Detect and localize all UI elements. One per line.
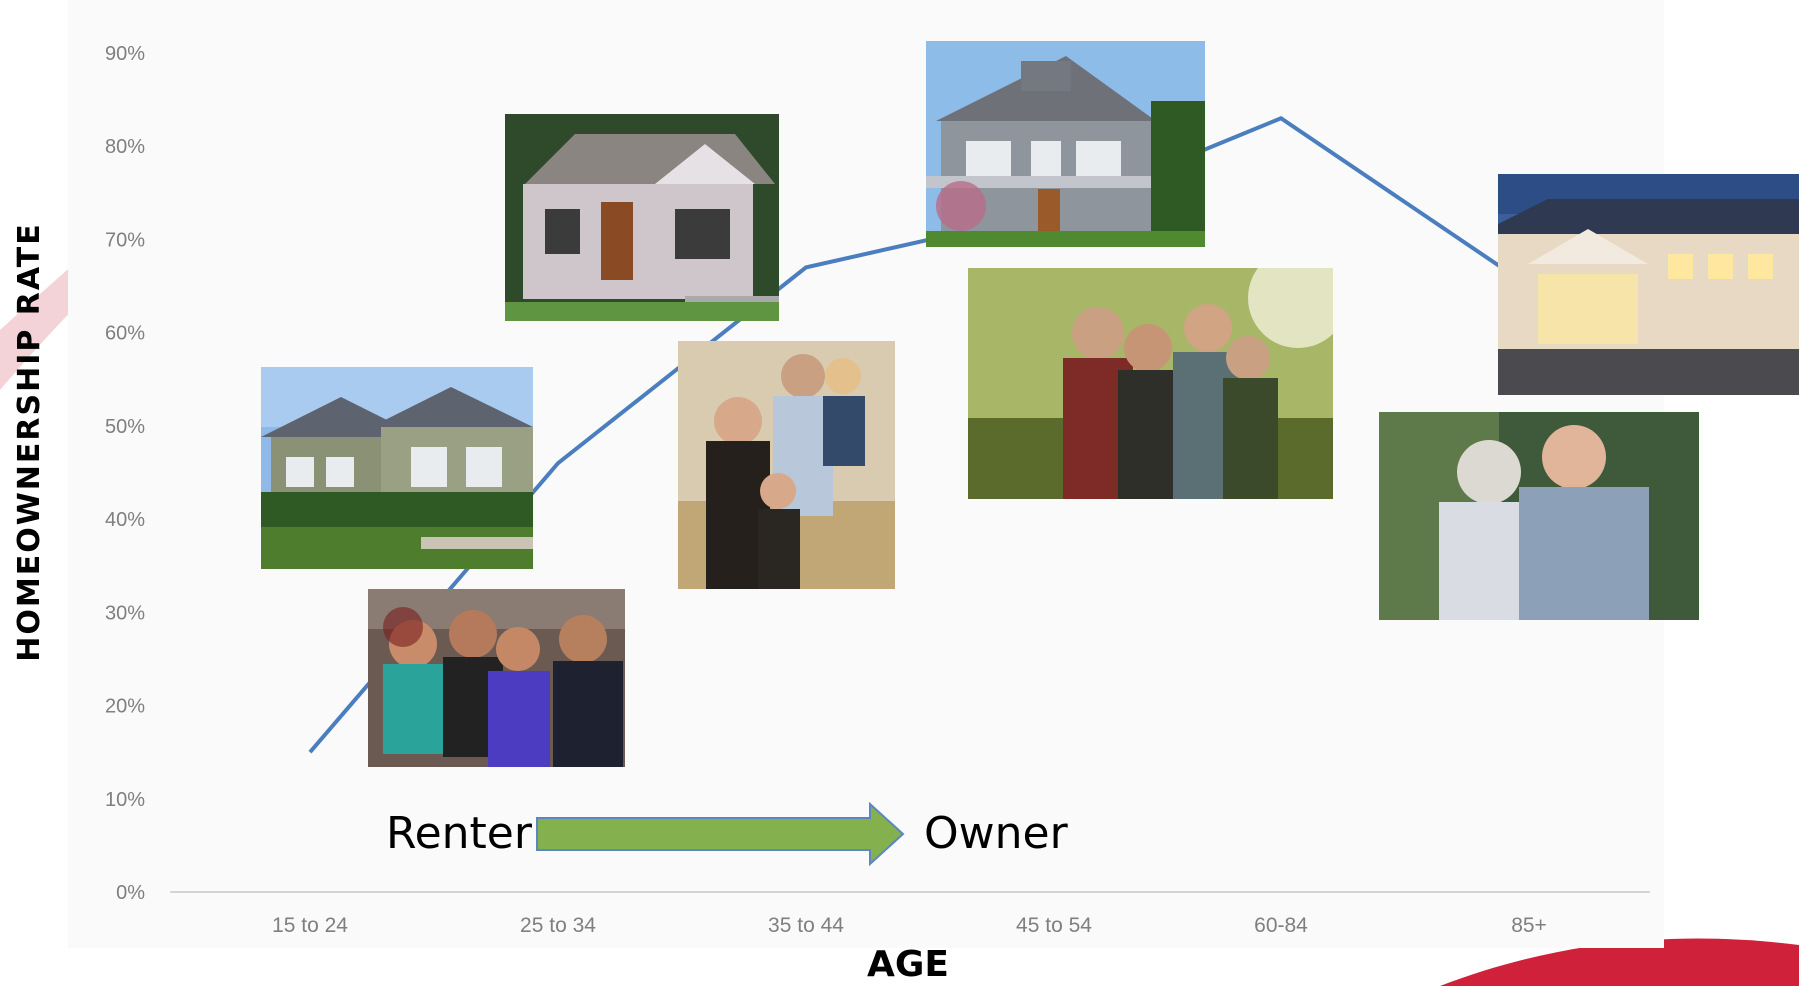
y-axis-title: HOMEOWNERSHIP RATE — [12, 222, 47, 662]
two-story-house-photo — [926, 41, 1205, 247]
y-tick-label: 40% — [105, 509, 145, 531]
renter-to-owner-arrow — [536, 801, 905, 867]
elderly-couple-picture — [1379, 412, 1699, 620]
x-tick-label: 85+ — [1511, 914, 1547, 937]
chart-slide: 0% 10% 20% 30% 40% 50% 60% 70% 80% 90% 15 to 24 25 … — [0, 0, 1799, 986]
y-tick-label: 90% — [105, 43, 145, 65]
x-tick-label: 15 to 24 — [272, 914, 348, 937]
senior-living-picture — [1498, 174, 1799, 395]
y-tick-label: 70% — [105, 229, 145, 251]
x-tick-label: 60-84 — [1254, 914, 1308, 937]
y-tick-label: 10% — [105, 789, 145, 811]
renter-label: Renter — [386, 808, 532, 859]
young-family-picture — [678, 341, 895, 589]
elderly-couple-photo — [1379, 412, 1699, 620]
y-tick-label: 20% — [105, 696, 145, 718]
family-of-four-picture — [968, 268, 1333, 499]
x-axis-title: AGE — [866, 944, 949, 985]
young-family-photo — [678, 341, 895, 589]
bungalow-picture — [505, 114, 779, 321]
y-tick-label: 50% — [105, 416, 145, 438]
young-adults-picture — [368, 589, 625, 767]
x-tick-label: 35 to 44 — [768, 914, 844, 937]
x-tick-label: 45 to 54 — [1016, 914, 1092, 937]
y-tick-label: 80% — [105, 136, 145, 158]
two-story-house-picture — [926, 41, 1205, 247]
y-tick-label: 60% — [105, 323, 145, 345]
young-adults-photo — [368, 589, 625, 767]
senior-living-photo — [1498, 174, 1799, 395]
townhouse-picture — [261, 367, 533, 569]
y-tick-label: 30% — [105, 602, 145, 624]
x-tick-label: 25 to 34 — [520, 914, 596, 937]
townhouse-photo — [261, 367, 533, 569]
owner-label: Owner — [924, 808, 1068, 859]
bungalow-photo — [505, 114, 779, 321]
y-tick-label: 0% — [116, 882, 145, 904]
family-of-four-photo — [968, 268, 1333, 499]
